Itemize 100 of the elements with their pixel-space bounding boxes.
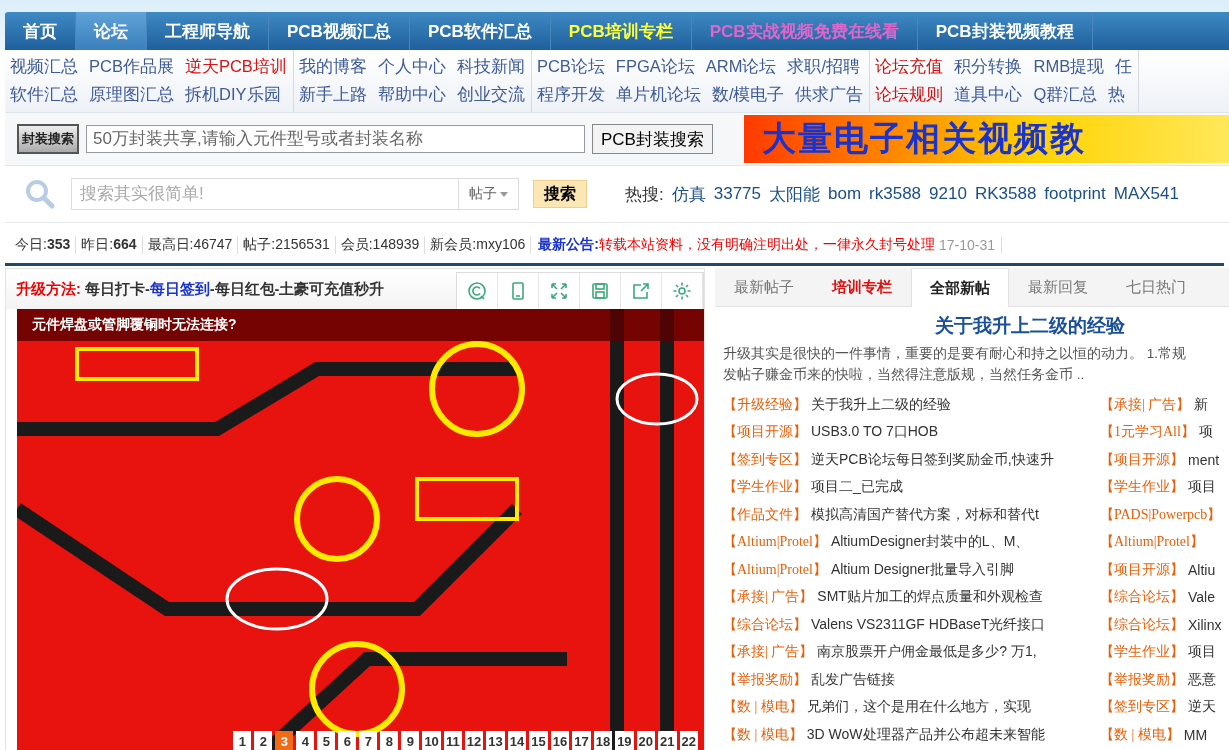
category-tag[interactable]: 【Altium|Protel】: [723, 560, 827, 579]
post-tab[interactable]: 最新回复: [1009, 268, 1107, 306]
hot-search-link[interactable]: footprint: [1044, 184, 1106, 204]
page-button[interactable]: 8: [380, 731, 399, 750]
page-button[interactable]: 4: [296, 731, 315, 750]
category-tag[interactable]: 【学生作业】: [1100, 643, 1184, 662]
post-tab[interactable]: 全部新帖: [911, 268, 1009, 307]
post-link[interactable]: 项目: [1188, 478, 1216, 497]
hot-search-link[interactable]: MAX541: [1113, 184, 1179, 204]
page-button[interactable]: 9: [401, 731, 420, 750]
nav-link[interactable]: 新手上路: [298, 84, 367, 106]
category-tag[interactable]: 【1元学习All】: [1100, 423, 1195, 442]
category-tag[interactable]: 【数 | 模电】: [1100, 725, 1180, 744]
nav-link[interactable]: 视频汇总: [10, 56, 78, 78]
nav-link[interactable]: 逆天PCB培训: [184, 56, 287, 78]
post-link[interactable]: 南京股票开户佣金最低是多少? 万1,: [817, 643, 1037, 662]
category-tag[interactable]: 【签到专区】: [1100, 698, 1184, 717]
checkin-link[interactable]: 每日签到: [149, 280, 210, 297]
nav-link[interactable]: Q群汇总: [1033, 84, 1098, 106]
post-tab[interactable]: 培训专栏: [813, 268, 911, 306]
post-link[interactable]: 项目: [1188, 643, 1216, 662]
nav-link[interactable]: 论坛规则: [875, 84, 944, 106]
nav-link[interactable]: 程序开发: [536, 84, 605, 106]
page-button[interactable]: 5: [317, 731, 336, 750]
page-button[interactable]: 15: [529, 731, 548, 750]
nav-link[interactable]: FPGA论坛: [615, 56, 695, 78]
post-link[interactable]: USB3.0 TO 7口HOB: [811, 423, 939, 442]
headline-link[interactable]: 关于我升上二级的经验: [935, 313, 1125, 339]
category-tag[interactable]: 【项目开源】: [1100, 560, 1184, 579]
category-tag[interactable]: 【综合论坛】: [1100, 615, 1184, 634]
category-tag[interactable]: 【项目开源】: [723, 423, 807, 442]
site-search-field[interactable]: 搜索其实很简单!: [71, 178, 459, 210]
nav-link[interactable]: RMB提现: [1033, 56, 1105, 78]
nav-link[interactable]: 我的博客: [298, 56, 367, 78]
category-tag[interactable]: 【Altium|Protel】: [723, 533, 827, 552]
category-tag[interactable]: 【作品文件】: [723, 505, 807, 524]
page-button[interactable]: 21: [658, 731, 677, 750]
nav-link[interactable]: 任: [1115, 56, 1133, 78]
post-link[interactable]: 兄弟们，这个是用在什么地方，实现: [806, 698, 1031, 717]
post-link[interactable]: Altium Designer批量导入引脚: [830, 560, 1014, 579]
category-tag[interactable]: 【举报奖励】: [723, 670, 807, 689]
category-tag[interactable]: 【项目开源】: [1100, 450, 1184, 469]
category-tag[interactable]: 【综合论坛】: [723, 615, 807, 634]
post-link[interactable]: 逆天: [1188, 698, 1216, 717]
category-tag[interactable]: 【数 | 模电】: [723, 725, 803, 744]
nav-link[interactable]: 创业交流: [456, 84, 525, 106]
nav-link[interactable]: 热: [1108, 84, 1126, 106]
package-search-button[interactable]: PCB封装搜索: [592, 124, 713, 154]
hot-search-link[interactable]: 仿真: [671, 182, 706, 206]
post-link[interactable]: ment: [1188, 451, 1220, 468]
category-tag[interactable]: 【承接| 广告】: [1100, 395, 1191, 414]
post-link[interactable]: SMT贴片加工的焊点质量和外观检查: [817, 588, 1043, 607]
post-link[interactable]: 恶意: [1188, 670, 1216, 689]
notice-link[interactable]: 转载本站资料，没有明确注明出处，一律永久封号处理: [598, 236, 935, 254]
nav-link[interactable]: 供求广告: [795, 84, 864, 106]
nav-link[interactable]: 求职/招聘: [787, 56, 860, 78]
hot-search-link[interactable]: 9210: [929, 184, 967, 204]
page-button[interactable]: 7: [359, 731, 378, 750]
hot-search-link[interactable]: rk3588: [869, 184, 922, 204]
nav-link[interactable]: ARM论坛: [705, 56, 777, 78]
category-tag[interactable]: 【承接| 广告】: [723, 643, 814, 662]
post-link[interactable]: 乱发广告链接: [811, 670, 895, 689]
page-button[interactable]: 10: [422, 731, 441, 750]
nav-link[interactable]: PCB作品展: [89, 56, 174, 78]
hot-search-link[interactable]: bom: [828, 184, 862, 204]
post-link[interactable]: Altiu: [1188, 561, 1216, 578]
page-button[interactable]: 17: [572, 731, 591, 750]
page-button[interactable]: 2: [254, 731, 273, 750]
category-tag[interactable]: 【签到专区】: [723, 450, 807, 469]
category-tag[interactable]: 【学生作业】: [723, 478, 807, 497]
post-link[interactable]: Vale: [1188, 589, 1215, 606]
category-tag[interactable]: 【PADS|Powerpcb】: [1100, 505, 1222, 524]
page-button[interactable]: 6: [338, 731, 357, 750]
post-link[interactable]: Xilinx: [1188, 616, 1222, 633]
page-button[interactable]: 13: [486, 731, 505, 750]
hot-search-link[interactable]: RK3588: [974, 184, 1037, 204]
category-tag[interactable]: 【承接| 广告】: [723, 588, 814, 607]
post-link[interactable]: 逆天PCB论坛每日签到奖励金币,快速升: [811, 450, 1054, 469]
category-tag[interactable]: 【Altium|Protel】: [1100, 533, 1204, 552]
nav-link[interactable]: 帮助中心: [377, 84, 446, 106]
nav-link[interactable]: 个人中心: [377, 56, 446, 78]
post-tab[interactable]: 最新帖子: [715, 268, 813, 306]
hot-search-link[interactable]: 太阳能: [769, 182, 820, 206]
category-tag[interactable]: 【综合论坛】: [1100, 588, 1184, 607]
nav-tab[interactable]: 论坛: [76, 12, 147, 50]
nav-link[interactable]: 单片机论坛: [615, 84, 701, 106]
post-link[interactable]: 模拟高清国产替代方案，对标和替代t: [811, 505, 1039, 524]
post-link[interactable]: MM: [1183, 726, 1208, 743]
nav-link[interactable]: PCB论坛: [536, 56, 605, 78]
nav-link[interactable]: 原理图汇总: [89, 84, 174, 106]
post-link[interactable]: 项目二_已完成: [811, 478, 903, 497]
search-button[interactable]: 搜索: [533, 180, 587, 208]
page-button[interactable]: 19: [615, 731, 634, 750]
post-link[interactable]: AltiumDesigner封装中的L、M、: [830, 533, 1030, 552]
post-tab[interactable]: 七日热门: [1107, 268, 1205, 306]
category-tag[interactable]: 【升级经验】: [723, 395, 807, 414]
hot-search-link[interactable]: 33775: [713, 184, 761, 204]
page-button[interactable]: 1: [233, 731, 252, 750]
nav-link[interactable]: 积分转换: [954, 56, 1023, 78]
ad-banner[interactable]: 大量电子相关视频教: [743, 115, 1229, 163]
